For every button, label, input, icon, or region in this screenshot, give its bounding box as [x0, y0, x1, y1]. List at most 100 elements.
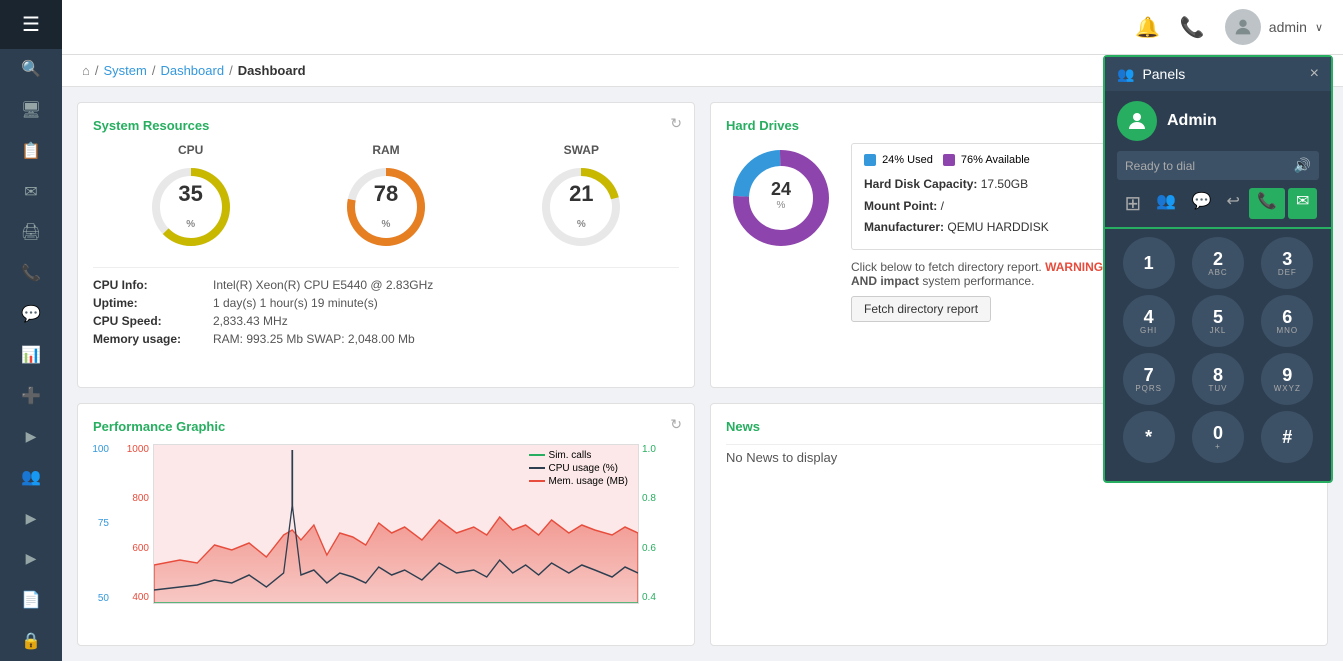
home-icon: ⌂	[82, 63, 90, 78]
user-menu[interactable]: admin ∨	[1225, 9, 1323, 45]
sidebar-item-expand3[interactable]: ▶	[0, 539, 62, 580]
sidebar-item-expand2[interactable]: ▶	[0, 498, 62, 539]
cpu-usage-legend	[529, 467, 545, 469]
sidebar-item-print[interactable]: 🖨	[0, 212, 62, 253]
swap-label: SWAP	[536, 143, 626, 157]
capacity-label: Hard Disk Capacity:	[864, 177, 977, 191]
used-legend-dot	[864, 154, 876, 166]
y-axis-blue: 1007550	[91, 444, 109, 604]
chart-area: Sim. calls CPU usage (%) Mem. usage (MB)	[153, 444, 639, 604]
swap-gauge-container: 21 %	[536, 162, 626, 252]
memory-label: Memory usage:	[93, 332, 203, 346]
dialpad: 1 2ABC 3DEF 4GHI 5JKL 6MNO 7PQRS 8TUV 9W…	[1105, 229, 1331, 471]
avail-legend-dot	[943, 154, 955, 166]
mount-value: /	[941, 199, 944, 213]
fetch-directory-report-button[interactable]: Fetch directory report	[851, 296, 991, 322]
manufacturer-value: QEMU HARDDISK	[947, 220, 1048, 234]
cpu-label: CPU	[146, 143, 236, 157]
panels-header: 👥 Panels ×	[1105, 57, 1331, 91]
sidebar-item-file[interactable]: 📄	[0, 579, 62, 620]
svg-text:%: %	[777, 200, 786, 211]
dialpad-star[interactable]: *	[1123, 411, 1175, 463]
tab-users[interactable]: 👥	[1150, 188, 1182, 219]
chat-icon: 💬	[21, 304, 41, 324]
dialpad-3[interactable]: 3DEF	[1261, 237, 1313, 289]
sim-calls-label: Sim. calls	[549, 450, 592, 461]
phone-icon: 📞	[21, 263, 41, 283]
dialpad-1[interactable]: 1	[1123, 237, 1175, 289]
panels-user: Admin	[1105, 91, 1331, 151]
monitor-icon: 🖥	[21, 100, 41, 120]
username-label: admin	[1269, 19, 1307, 35]
panels-users-icon: 👥	[1117, 66, 1134, 83]
tab-history[interactable]: ↩	[1220, 188, 1245, 219]
volume-icon: 🔊	[1294, 157, 1311, 174]
memory-value: RAM: 993.25 Mb SWAP: 2,048.00 Mb	[213, 332, 415, 346]
performance-card: Performance Graphic ↻ 1000800600400 1007…	[77, 403, 695, 647]
performance-refresh[interactable]: ↻	[670, 416, 682, 433]
and-label: AND	[851, 274, 877, 288]
mem-usage-label: Mem. usage (MB)	[549, 476, 628, 487]
sidebar-item-chart[interactable]: 📊	[0, 334, 62, 375]
bell-icon[interactable]: 🔔	[1135, 15, 1160, 40]
sidebar-item-phone[interactable]: 📞	[0, 253, 62, 294]
panels-avatar	[1117, 101, 1157, 141]
sidebar-item-chat[interactable]: 💬	[0, 294, 62, 335]
sidebar-item-document[interactable]: 📋	[0, 130, 62, 171]
dialpad-2[interactable]: 2ABC	[1192, 237, 1244, 289]
dialpad-6[interactable]: 6MNO	[1261, 295, 1313, 347]
avail-legend-label: 76% Available	[961, 154, 1030, 166]
sidebar-item-add[interactable]: ➕	[0, 375, 62, 416]
y-axis-left: 1000800600400	[111, 444, 149, 604]
dialpad-hash[interactable]: #	[1261, 411, 1313, 463]
sidebar-item-mail[interactable]: ✉	[0, 171, 62, 212]
dialpad-7[interactable]: 7PQRS	[1123, 353, 1175, 405]
dialpad-9[interactable]: 9WXYZ	[1261, 353, 1313, 405]
manufacturer-label: Manufacturer:	[864, 220, 944, 234]
mail-icon: ✉	[24, 182, 37, 202]
search-icon: 🔍	[21, 59, 41, 79]
topbar-phone-icon[interactable]: 📞	[1180, 15, 1205, 40]
dialpad-8[interactable]: 8TUV	[1192, 353, 1244, 405]
gauges-row: CPU 35 % RAM	[93, 143, 679, 252]
system-resources-refresh[interactable]: ↻	[670, 115, 682, 132]
tab-sms[interactable]: ✉	[1288, 188, 1317, 219]
breadcrumb-sep3: /	[229, 63, 233, 78]
panels-close-button[interactable]: ×	[1310, 65, 1319, 83]
sidebar-item-monitor[interactable]: 🖥	[0, 90, 62, 131]
sidebar-item-search[interactable]: 🔍	[0, 49, 62, 90]
breadcrumb-system[interactable]: System	[103, 63, 146, 78]
sidebar-menu-toggle[interactable]: ☰	[0, 0, 62, 49]
breadcrumb-current: Dashboard	[238, 63, 306, 78]
dialpad-5[interactable]: 5JKL	[1192, 295, 1244, 347]
tab-grid[interactable]: ⊞	[1119, 188, 1148, 219]
breadcrumb-sep2: /	[152, 63, 156, 78]
ready-to-dial-label: Ready to dial	[1125, 159, 1195, 173]
cpu-speed-value: 2,833.43 MHz	[213, 314, 288, 328]
panels-title: Panels	[1142, 66, 1185, 82]
document-icon: 📋	[21, 141, 41, 161]
used-legend-label: 24% Used	[882, 154, 933, 166]
cpu-info-label: CPU Info:	[93, 278, 203, 292]
system-resources-card: System Resources ↻ CPU 35 %	[77, 102, 695, 388]
cpu-gauge-container: 35 %	[146, 162, 236, 252]
chevron-down-icon: ∨	[1315, 21, 1323, 34]
tab-call[interactable]: 📞	[1249, 188, 1285, 219]
sidebar-item-lock[interactable]: 🔒	[0, 620, 62, 661]
chevron-right2-icon: ▶	[26, 510, 37, 527]
dialpad-0[interactable]: 0+	[1192, 411, 1244, 463]
ram-value: 78 %	[374, 181, 398, 233]
impact-label: impact	[880, 274, 919, 288]
add-icon: ➕	[21, 386, 41, 406]
mem-usage-legend	[529, 480, 545, 482]
sidebar-item-expand1[interactable]: ▶	[0, 416, 62, 457]
cpu-info-value: Intel(R) Xeon(R) CPU E5440 @ 2.83GHz	[213, 278, 433, 292]
sidebar: ☰ 🔍 🖥 📋 ✉ 🖨 📞 💬 📊 ➕ ▶ 👥 ▶ ▶ 📄 🔒	[0, 0, 62, 661]
system-resources-title: System Resources	[93, 118, 679, 133]
capacity-value: 17.50GB	[981, 177, 1028, 191]
tab-chat[interactable]: 💬	[1185, 188, 1217, 219]
dialpad-4[interactable]: 4GHI	[1123, 295, 1175, 347]
chevron-right3-icon: ▶	[26, 550, 37, 567]
sidebar-item-group[interactable]: 👥	[0, 457, 62, 498]
breadcrumb-dashboard-link[interactable]: Dashboard	[160, 63, 224, 78]
